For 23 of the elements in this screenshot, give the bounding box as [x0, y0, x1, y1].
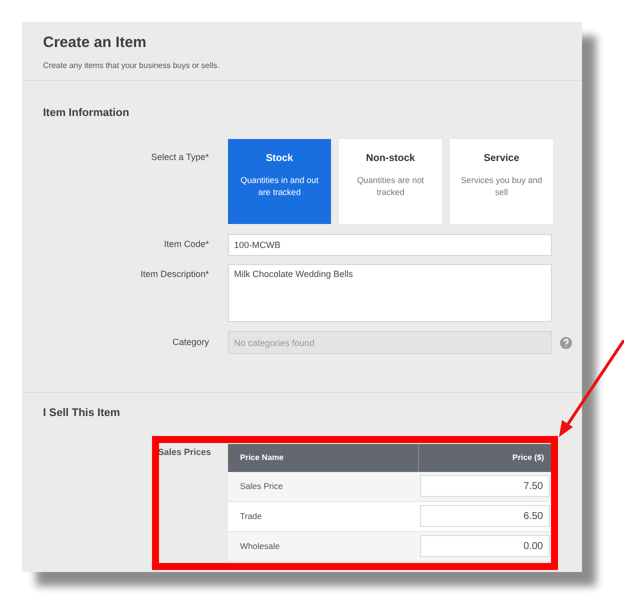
section-heading: I Sell This Item	[42, 406, 122, 421]
column-header: Price ($)	[511, 452, 545, 464]
type-option[interactable]: Stock Quantities in and out are tracked	[228, 139, 331, 224]
item-description-field[interactable]: Milk Chocolate Wedding Bells	[228, 264, 552, 322]
table-cell-text: Sales Price	[239, 480, 284, 492]
field-label: Item Description*	[140, 268, 209, 281]
price-field[interactable]: 7.50	[420, 475, 550, 497]
price-field[interactable]: 6.50	[420, 505, 550, 527]
page-title: Create an Item	[43, 33, 148, 53]
type-option[interactable]: Service Services you buy and sell	[450, 139, 553, 224]
field-label: Item Code*	[164, 238, 209, 252]
help-icon[interactable]	[560, 336, 572, 348]
column-header: Price Name	[239, 452, 285, 464]
item-code-field[interactable]: 100-MCWB	[228, 234, 552, 256]
type-option[interactable]: Non-stock Quantities are not tracked	[339, 139, 442, 224]
field-label: Select a Type*	[151, 151, 209, 164]
section-heading: Item Information	[42, 106, 130, 120]
field-label: Sales Prices	[158, 446, 212, 458]
table-cell-text: Wholesale	[239, 540, 281, 552]
field-label: Category	[172, 336, 209, 349]
table-cell-text: Trade	[239, 510, 263, 522]
page-subtitle: Create any items that your business buys or sells.	[43, 60, 221, 72]
price-field[interactable]: 0.00	[420, 535, 550, 557]
